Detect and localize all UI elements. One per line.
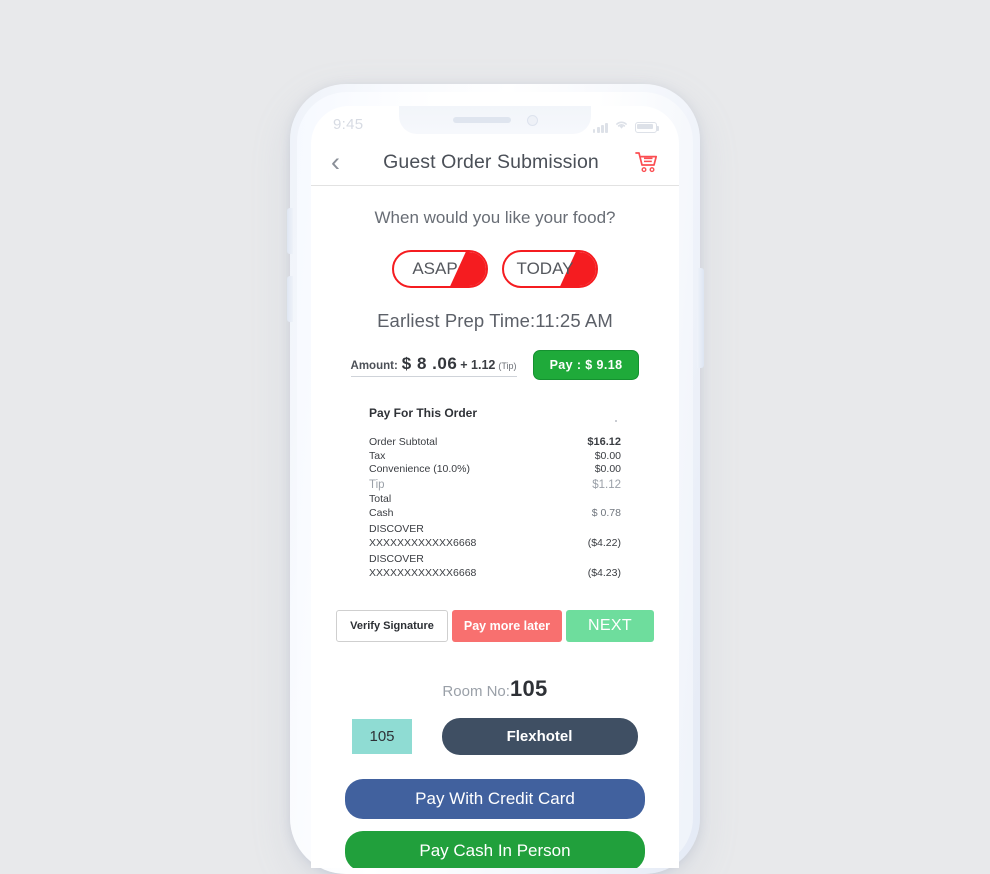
earliest-prep-time: Earliest Prep Time:11:25 AM	[377, 310, 613, 331]
page-title: Guest Order Submission	[383, 151, 599, 173]
receipt-value: $ 0.78	[591, 507, 621, 520]
receipt-card-entry: DISCOVER ($4.22) XXXXXXXXXXXX6668 ($4.22…	[369, 522, 621, 550]
receipt-row-convenience: Convenience (10.0%) $0.00	[369, 463, 621, 477]
receipt-label: Total	[369, 493, 392, 506]
main-content: When would you like your food? ASAP TODA…	[311, 186, 679, 868]
receipt-row-tax: Tax $0.00	[369, 450, 621, 464]
time-choice-group: ASAP TODAY	[311, 250, 679, 288]
receipt-value: $16.12	[587, 436, 621, 448]
receipt-label: Order Subtotal	[369, 436, 438, 448]
volume-up-button[interactable]	[287, 208, 293, 254]
receipt-row-card-brand: DISCOVER	[369, 552, 621, 566]
pay-with-credit-card-button[interactable]: Pay With Credit Card	[345, 779, 645, 820]
receipt-row-card-brand: DISCOVER ($4.22)	[369, 522, 621, 536]
amount-label: Amount:	[350, 359, 398, 372]
receipt-label: Tax	[369, 449, 386, 462]
back-chevron-icon[interactable]: ‹	[331, 149, 353, 176]
pay-more-later-button[interactable]: Pay more later	[451, 610, 563, 643]
amount-row: Amount: $ 8 .06 + 1.12 (Tip) Pay : $ 9.1…	[311, 350, 679, 380]
today-option-button[interactable]: TODAY	[502, 250, 598, 288]
room-number-line: Room No:105	[311, 676, 679, 702]
receipt-label: DISCOVER	[369, 523, 424, 536]
shopping-cart-icon[interactable]	[629, 151, 659, 174]
status-icons	[592, 114, 659, 133]
receipt-label: DISCOVER	[369, 553, 424, 566]
receipt-value: ($4.23)	[587, 567, 621, 580]
receipt-row-subtotal: Order Subtotal $16.12	[369, 436, 621, 450]
room-number-value: 105	[509, 676, 548, 702]
navigation-bar: ‹ Guest Order Submission	[311, 140, 679, 186]
receipt-value: $1.12	[592, 478, 621, 491]
pay-button[interactable]: Pay : $ 9.18	[532, 350, 640, 380]
room-number-label: Room No:	[442, 683, 510, 701]
receipt-label: XXXXXXXXXXXX6668	[369, 567, 477, 580]
hotel-row: 105 Flexhotel	[311, 718, 679, 756]
room-number-chip[interactable]: 105	[352, 719, 412, 755]
receipt-value: $0.00	[594, 463, 621, 476]
receipt-row-card-number: XXXXXXXXXXXX6668 ($4.23)	[369, 566, 621, 580]
receipt-label: XXXXXXXXXXXX6668	[369, 537, 477, 550]
power-button[interactable]	[697, 268, 704, 368]
receipt-row-card-number: XXXXXXXXXXXX6668 ($4.22)	[369, 536, 621, 550]
amount-field[interactable]: Amount: $ 8 .06 + 1.12 (Tip)	[350, 353, 517, 377]
receipt-label: Convenience (10.0%)	[369, 463, 470, 476]
status-bar: 9:45	[311, 106, 679, 140]
hotel-name-button[interactable]: Flexhotel	[441, 718, 638, 756]
asap-option-button[interactable]: ASAP	[392, 250, 488, 288]
amount-tip-note: (Tip)	[498, 360, 517, 371]
action-button-row: Verify Signature Pay more later NEXT	[311, 610, 679, 643]
next-button[interactable]: NEXT	[566, 610, 654, 643]
battery-icon	[635, 121, 659, 133]
phone-screen: 9:45 ‹ Guest Order Submission When would	[311, 106, 679, 868]
today-option-label: TODAY	[516, 259, 574, 278]
wifi-icon	[614, 117, 629, 133]
status-time: 9:45	[333, 115, 364, 133]
volume-down-button[interactable]	[287, 276, 293, 322]
receipt-value: ($4.22)	[587, 537, 621, 550]
amount-tip-value: + 1.12	[460, 357, 496, 372]
receipt-label: Cash	[369, 507, 394, 520]
receipt-row-cash: Cash $ 0.78	[369, 506, 621, 520]
receipt-value: $0.00	[594, 449, 621, 462]
amount-value: $ 8 .06	[401, 353, 458, 373]
asap-option-label: ASAP	[412, 259, 458, 278]
order-timing-question: When would you like your food?	[374, 208, 616, 227]
receipt-label: Tip	[369, 478, 385, 491]
receipt-title: Pay For This Order	[369, 406, 478, 420]
receipt-mark-icon	[615, 420, 617, 422]
verify-signature-button[interactable]: Verify Signature	[336, 610, 448, 643]
receipt-row-total: Total	[369, 492, 621, 506]
signal-bars-icon	[592, 122, 608, 133]
receipt-panel: Pay For This Order Order Subtotal $16.12…	[311, 406, 679, 580]
receipt-card-entry: DISCOVER XXXXXXXXXXXX6668 ($4.23)	[369, 552, 621, 580]
pay-cash-in-person-button[interactable]: Pay Cash In Person	[345, 831, 645, 868]
receipt-row-tip: Tip $1.12	[369, 479, 621, 493]
